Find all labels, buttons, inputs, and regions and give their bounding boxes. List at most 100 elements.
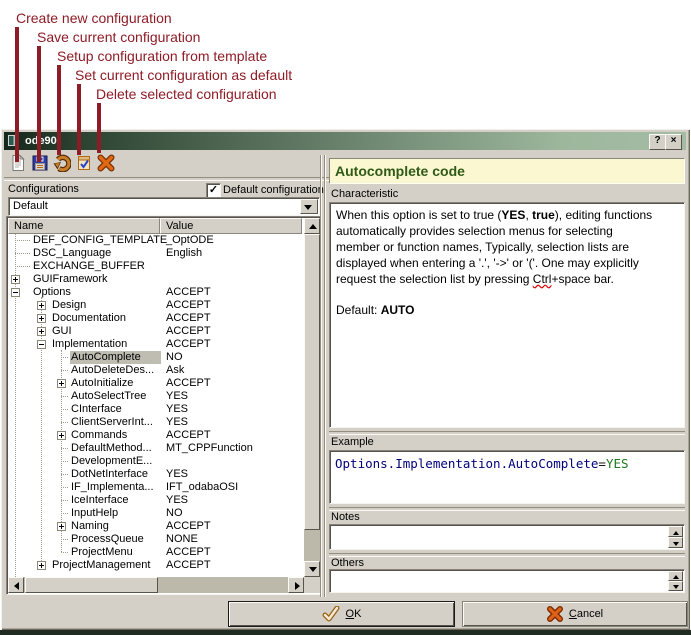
scroll-left-icon[interactable]: [8, 577, 24, 593]
tree-item-value: ACCEPT: [166, 286, 211, 298]
horizontal-scrollbar-thumb[interactable]: [25, 577, 158, 593]
scroll-down-icon[interactable]: [304, 561, 320, 577]
example-label: Example: [331, 436, 374, 448]
scroll-right-icon[interactable]: [288, 577, 304, 593]
scroll-up-icon[interactable]: [304, 218, 320, 234]
default-configuration-checkbox[interactable]: ✓: [206, 183, 221, 198]
example-code: Options.Implementation.AutoComplete=YES: [329, 450, 685, 504]
toolbar-divider: [4, 177, 330, 181]
column-header-value[interactable]: Value: [160, 218, 302, 234]
default-configuration-checkbox-label[interactable]: Default configuration: [223, 184, 324, 196]
tree-row[interactable]: DesignACCEPT: [8, 299, 303, 312]
template-configuration-icon[interactable]: [53, 154, 71, 172]
tree-item-name: ProjectManagement: [52, 559, 150, 571]
annotation-line: [57, 65, 61, 155]
tree-item-name: Commands: [71, 429, 127, 441]
pane-splitter[interactable]: [324, 155, 325, 597]
tree-branch-line: [61, 409, 68, 411]
annotation-delete-selected: Delete selected configuration: [96, 86, 277, 103]
tree-row[interactable]: GUIACCEPT: [8, 325, 303, 338]
expand-icon[interactable]: [57, 522, 66, 531]
tree-item-value: English: [166, 247, 202, 259]
expand-icon[interactable]: [37, 301, 46, 310]
others-scrollbar[interactable]: [668, 571, 683, 591]
tree-row[interactable]: DEF_CONFIG_TEMPLATE_OptODE: [8, 234, 303, 247]
tree-row[interactable]: ClientServerInt...YES: [8, 416, 303, 429]
tree-row[interactable]: ProcessQueueNONE: [8, 533, 303, 546]
expand-icon[interactable]: [57, 431, 66, 440]
expand-icon[interactable]: [37, 314, 46, 323]
tree-row[interactable]: ProjectManagementACCEPT: [8, 559, 303, 572]
tree-branch-line: [15, 266, 30, 268]
default-configuration-icon[interactable]: [75, 154, 93, 172]
notes-scrollbar[interactable]: [668, 526, 683, 548]
configuration-combobox[interactable]: Default: [8, 197, 320, 216]
collapse-icon[interactable]: [37, 340, 46, 349]
delete-configuration-icon[interactable]: [97, 154, 115, 172]
tree-branch-line: [61, 422, 68, 424]
horizontal-scrollbar[interactable]: [8, 577, 304, 593]
scroll-down-icon[interactable]: [668, 537, 683, 548]
tree-row[interactable]: DocumentationACCEPT: [8, 312, 303, 325]
annotation-create-new: Create new configuration: [16, 10, 172, 27]
notes-field[interactable]: [329, 524, 685, 550]
tree-branch-line: [15, 240, 30, 242]
tree-row[interactable]: IF_Implementa... IFT_odabaOSI: [8, 481, 303, 494]
tree-item-name: DSC_Language: [33, 247, 111, 259]
help-button[interactable]: ?: [649, 134, 666, 150]
tree-row[interactable]: AutoSelectTreeYES: [8, 390, 303, 403]
tree-row[interactable]: NamingACCEPT: [8, 520, 303, 533]
pane-splitter[interactable]: [320, 155, 321, 597]
expand-icon[interactable]: [11, 275, 20, 284]
others-field[interactable]: [329, 569, 685, 593]
tree-branch-line: [61, 461, 68, 463]
ok-button[interactable]: OK: [228, 601, 455, 627]
vertical-scrollbar[interactable]: [304, 218, 320, 577]
tree-row[interactable]: EXCHANGE_BUFFER: [8, 260, 303, 273]
expand-icon[interactable]: [57, 379, 66, 388]
scroll-up-icon[interactable]: [668, 571, 683, 581]
tree-branch-line: [15, 253, 30, 255]
tree-row[interactable]: IceInterfaceYES: [8, 494, 303, 507]
tree-row[interactable]: DSC_Language English: [8, 247, 303, 260]
combobox-dropdown-button[interactable]: [300, 199, 318, 214]
tree-row[interactable]: OptionsACCEPT: [8, 286, 303, 299]
tree-item-name: DEF_CONFIG_TEMPLATE: [33, 234, 167, 246]
tree-item-value: YES: [166, 403, 188, 415]
tree-item-value: IFT_odabaOSI: [166, 481, 238, 493]
tree-row[interactable]: ImplementationACCEPT: [8, 338, 303, 351]
scroll-down-icon[interactable]: [668, 581, 683, 591]
section-divider: [329, 553, 685, 557]
tree-item-name: IF_Implementa...: [71, 481, 154, 493]
cancel-button[interactable]: Cancel: [462, 601, 688, 627]
tree-branch-line: [61, 370, 68, 372]
tree-row[interactable]: GUIFramework: [8, 273, 303, 286]
chevron-down-icon: [304, 205, 312, 210]
configuration-combobox-value: Default: [13, 200, 48, 212]
tree-item-name: AutoDeleteDes...: [71, 364, 154, 376]
expand-icon[interactable]: [37, 327, 46, 336]
scroll-up-icon[interactable]: [668, 526, 683, 537]
tree-row[interactable]: AutoDeleteDes...Ask: [8, 364, 303, 377]
ok-check-icon: [322, 606, 340, 622]
collapse-icon[interactable]: [11, 288, 20, 297]
tree-item-value: ACCEPT: [166, 338, 211, 350]
tree-row[interactable]: CInterfaceYES: [8, 403, 303, 416]
tree-item-value: ACCEPT: [166, 377, 211, 389]
tree-row[interactable]: DevelopmentE...: [8, 455, 303, 468]
vertical-scrollbar-thumb[interactable]: [304, 234, 320, 530]
tree-row[interactable]: DefaultMethod...MT_CPPFunction: [8, 442, 303, 455]
screenshot: Create new configuration Save current co…: [0, 0, 691, 635]
configuration-tree: Name Value DEF_CONFIG_TEMPLATE_OptODEDSC…: [6, 216, 322, 595]
expand-icon[interactable]: [37, 561, 46, 570]
tree-row[interactable]: InputHelpNO: [8, 507, 303, 520]
tree-row[interactable]: AutoCompleteNO: [8, 351, 303, 364]
close-button[interactable]: ×: [665, 134, 682, 150]
title-bar[interactable]: [4, 132, 686, 150]
tree-row[interactable]: ProjectMenuACCEPT: [8, 546, 303, 559]
tree-item-value: NO: [166, 507, 183, 519]
tree-row[interactable]: DotNetInterfaceYES: [8, 468, 303, 481]
tree-row[interactable]: CommandsACCEPT: [8, 429, 303, 442]
tree-row[interactable]: AutoInitializeACCEPT: [8, 377, 303, 390]
column-header-name[interactable]: Name: [8, 218, 160, 234]
